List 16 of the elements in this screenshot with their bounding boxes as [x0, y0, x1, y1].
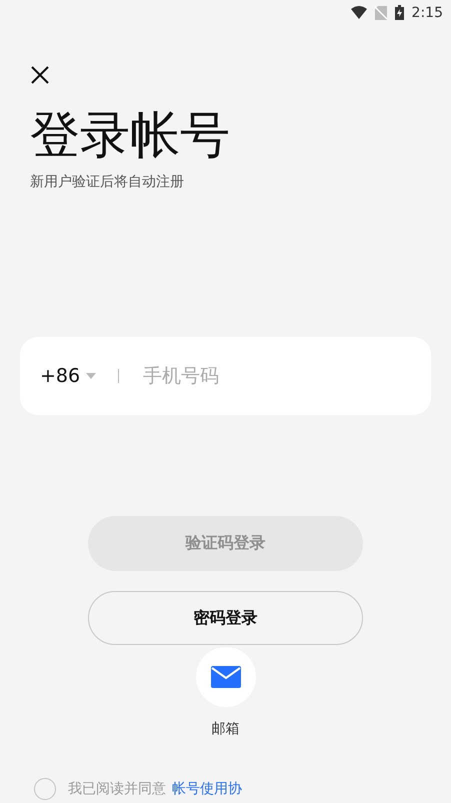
mail-icon	[210, 666, 240, 688]
close-icon	[31, 66, 49, 84]
battery-charging-icon	[394, 5, 404, 20]
no-sim-icon	[374, 6, 387, 20]
country-code-selector[interactable]: +86	[40, 365, 96, 387]
phone-field[interactable]: +86 手机号码	[20, 337, 431, 415]
email-label: 邮箱	[212, 720, 240, 738]
dropdown-caret-icon	[86, 373, 96, 379]
agreement-text: 我已阅读并同意	[68, 780, 166, 798]
page-title: 登录帐号	[30, 105, 231, 165]
agreement-link[interactable]: 帐号使用协	[172, 780, 242, 798]
password-login-button[interactable]: 密码登录	[88, 591, 363, 645]
subtitle: 新用户验证后将自动注册	[30, 173, 185, 191]
wifi-icon	[350, 6, 367, 19]
status-time: 2:15	[412, 4, 443, 20]
agreement-checkbox[interactable]	[34, 778, 56, 800]
